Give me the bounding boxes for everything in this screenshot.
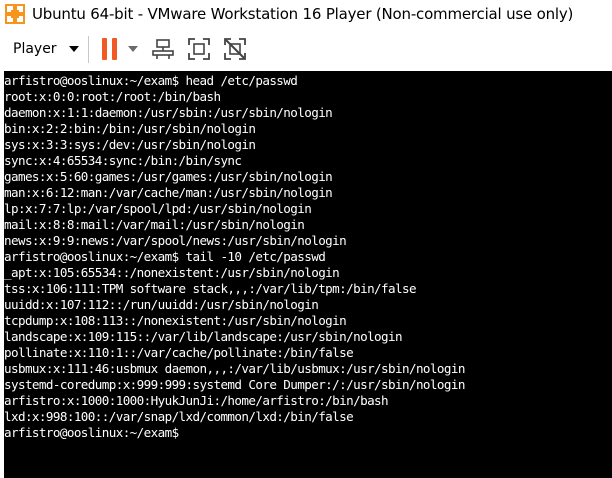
terminal-line: lp:x:7:7:lp:/var/spool/lpd:/usr/sbin/nol…: [4, 201, 465, 217]
player-menu-label: Player: [13, 41, 57, 57]
terminal-line-text: systemd-coredump:x:999:999:systemd Core …: [4, 377, 465, 392]
terminal-line-text: tcpdump:x:108:113::/nonexistent:/usr/sbi…: [4, 313, 347, 328]
toolbar: Player: [0, 28, 612, 71]
terminal-line-text: _apt:x:105:65534::/nonexistent:/usr/sbin…: [4, 265, 340, 280]
terminal-line-text: landscape:x:109:115::/var/lib/landscape:…: [4, 329, 403, 344]
terminal-line: bin:x:2:2:bin:/bin:/usr/sbin/nologin: [4, 121, 465, 137]
terminal-line-text: usbmux:x:111:46:usbmux daemon,,,:/var/li…: [4, 361, 465, 376]
terminal-line-text: mail:x:8:8:mail:/var/mail:/usr/sbin/nolo…: [4, 217, 305, 232]
title-bar[interactable]: Ubuntu 64-bit - VMware Workstation 16 Pl…: [0, 0, 612, 28]
pause-button[interactable]: [98, 34, 122, 64]
pause-options-dropdown[interactable]: [124, 34, 142, 64]
full-screen-button[interactable]: [186, 34, 212, 64]
terminal-line-text: bin:x:2:2:bin:/bin:/usr/sbin/nologin: [4, 121, 256, 136]
terminal-line: systemd-coredump:x:999:999:systemd Core …: [4, 377, 465, 393]
terminal-line: mail:x:8:8:mail:/var/mail:/usr/sbin/nolo…: [4, 217, 465, 233]
terminal-line: usbmux:x:111:46:usbmux daemon,,,:/var/li…: [4, 361, 465, 377]
terminal-line-text: news:x:9:9:news:/var/spool/news:/usr/sbi…: [4, 233, 347, 248]
terminal-line-text: sync:x:4:65534:sync:/bin:/bin/sync: [4, 153, 242, 168]
terminal-line-text: lp:x:7:7:lp:/var/spool/lpd:/usr/sbin/nol…: [4, 201, 312, 216]
terminal-cursor: [186, 426, 192, 438]
terminal-line-text: root:x:0:0:root:/root:/bin/bash: [4, 89, 221, 104]
unity-mode-disabled-icon: [224, 38, 246, 60]
terminal-line-text: tss:x:106:111:TPM software stack,,,:/var…: [4, 281, 417, 296]
terminal-line-text: games:x:5:60:games:/usr/games:/usr/sbin/…: [4, 169, 333, 184]
vmware-player-window: Ubuntu 64-bit - VMware Workstation 16 Pl…: [0, 0, 612, 478]
terminal-output: arfistro@ooslinux:~/exam$ head /etc/pass…: [4, 73, 465, 441]
window-title: Ubuntu 64-bit - VMware Workstation 16 Pl…: [32, 5, 574, 23]
terminal-line-text: arfistro@ooslinux:~/exam$ tail -10 /etc/…: [4, 249, 326, 264]
terminal-line: pollinate:x:110:1::/var/cache/pollinate:…: [4, 345, 465, 361]
terminal-line-text: arfistro@ooslinux:~/exam$ head /etc/pass…: [4, 73, 298, 88]
terminal-line-text: arfistro:x:1000:1000:HyukJunJi:/home/arf…: [4, 393, 389, 408]
terminal-line: news:x:9:9:news:/var/spool/news:/usr/sbi…: [4, 233, 465, 249]
terminal-line-text: pollinate:x:110:1::/var/cache/pollinate:…: [4, 345, 354, 360]
terminal-line-text: uuidd:x:107:112::/run/uuidd:/usr/sbin/no…: [4, 297, 319, 312]
terminal-line: games:x:5:60:games:/usr/games:/usr/sbin/…: [4, 169, 465, 185]
terminal-line-text: daemon:x:1:1:daemon:/usr/sbin:/usr/sbin/…: [4, 105, 333, 120]
send-ctrl-alt-del-button[interactable]: [150, 34, 176, 64]
unity-mode-button[interactable]: [222, 34, 248, 64]
terminal-line: landscape:x:109:115::/var/lib/landscape:…: [4, 329, 465, 345]
toolbar-divider: [88, 36, 89, 63]
terminal-line: tcpdump:x:108:113::/nonexistent:/usr/sbi…: [4, 313, 465, 329]
terminal-line: tss:x:106:111:TPM software stack,,,:/var…: [4, 281, 465, 297]
terminal-line-text: lxd:x:998:100::/var/snap/lxd/common/lxd:…: [4, 409, 354, 424]
terminal-line: _apt:x:105:65534::/nonexistent:/usr/sbin…: [4, 265, 465, 281]
terminal-line: uuidd:x:107:112::/run/uuidd:/usr/sbin/no…: [4, 297, 465, 313]
terminal-line: arfistro@ooslinux:~/exam$: [4, 425, 465, 441]
terminal-line: sys:x:3:3:sys:/dev:/usr/sbin/nologin: [4, 137, 465, 153]
terminal-line: root:x:0:0:root:/root:/bin/bash: [4, 89, 465, 105]
terminal-line: sync:x:4:65534:sync:/bin:/bin/sync: [4, 153, 465, 169]
full-screen-icon: [188, 38, 210, 60]
terminal-line: arfistro@ooslinux:~/exam$ head /etc/pass…: [4, 73, 465, 89]
send-ctrl-alt-del-icon: [152, 39, 174, 59]
vmware-player-icon: [5, 4, 25, 24]
terminal-line: daemon:x:1:1:daemon:/usr/sbin:/usr/sbin/…: [4, 105, 465, 121]
terminal-line-text: sys:x:3:3:sys:/dev:/usr/sbin/nologin: [4, 137, 256, 152]
terminal-line: lxd:x:998:100::/var/snap/lxd/common/lxd:…: [4, 409, 465, 425]
terminal-line: man:x:6:12:man:/var/cache/man:/usr/sbin/…: [4, 185, 465, 201]
terminal-line-text: arfistro@ooslinux:~/exam$: [4, 425, 186, 440]
chevron-down-icon: [68, 46, 79, 52]
pause-icon: [102, 38, 117, 60]
terminal-line: arfistro@ooslinux:~/exam$ tail -10 /etc/…: [4, 249, 465, 265]
terminal-line: arfistro:x:1000:1000:HyukJunJi:/home/arf…: [4, 393, 465, 409]
terminal-line-text: man:x:6:12:man:/var/cache/man:/usr/sbin/…: [4, 185, 333, 200]
player-menu-button[interactable]: Player: [6, 36, 79, 62]
pause-dropdown-icon: [128, 46, 138, 52]
vm-console-terminal[interactable]: arfistro@ooslinux:~/exam$ head /etc/pass…: [4, 71, 612, 478]
